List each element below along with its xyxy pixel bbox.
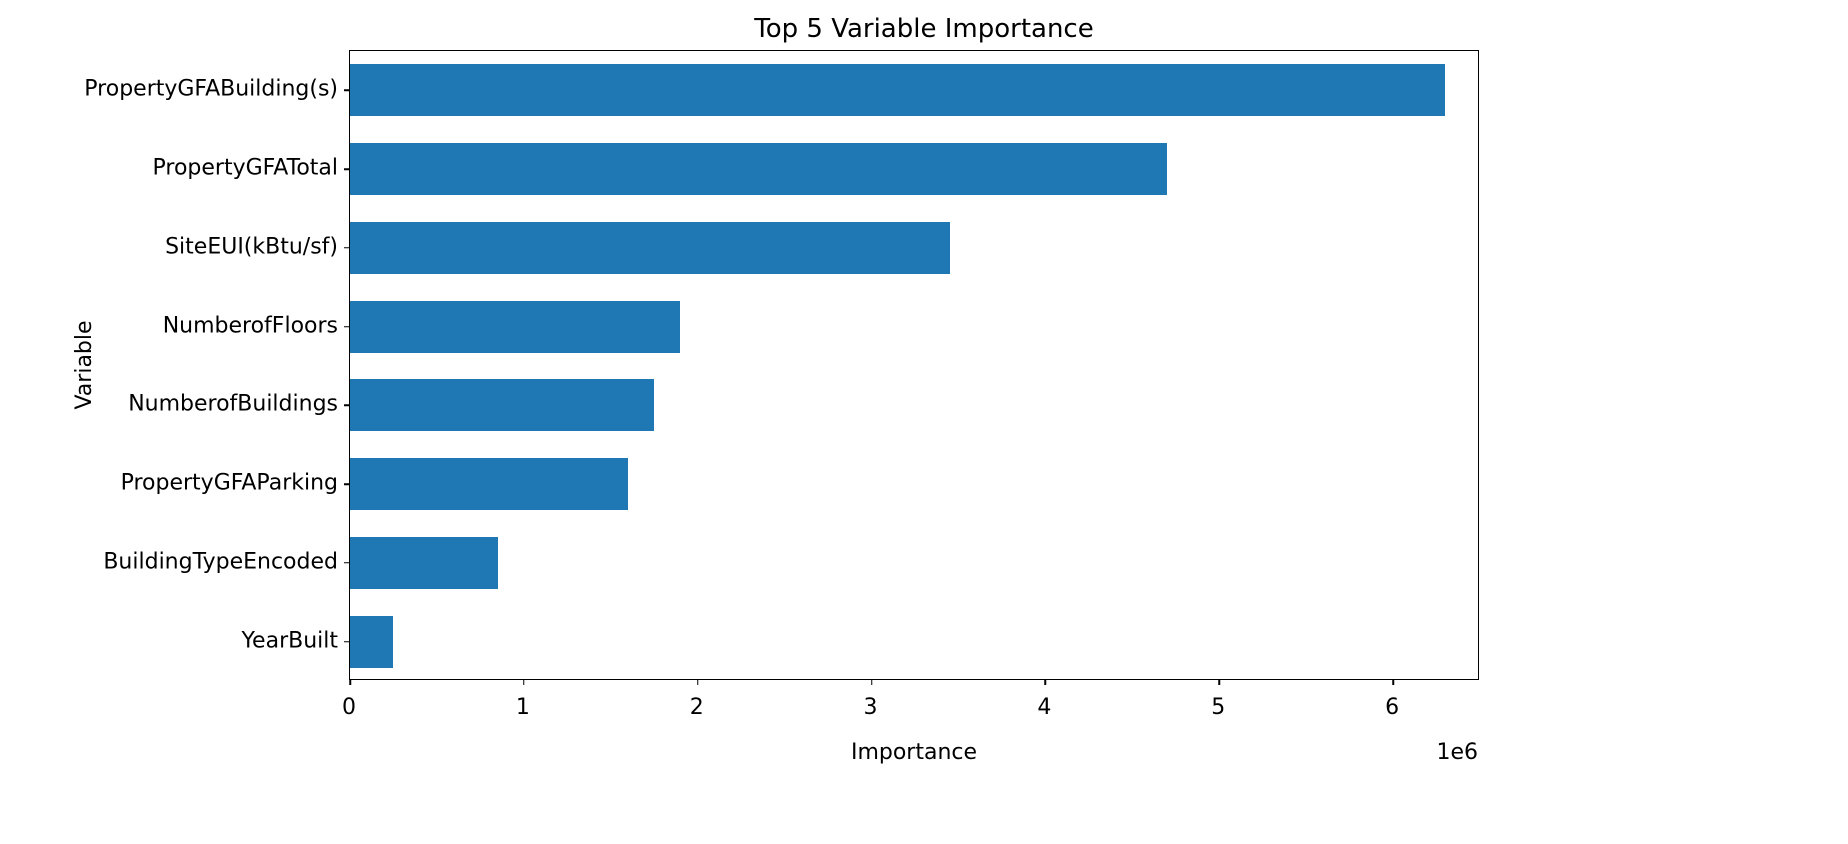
x-tick-label: 2 xyxy=(690,695,704,720)
y-tick-mark xyxy=(344,326,350,328)
y-tick-label: PropertyGFABuilding(s) xyxy=(84,77,338,102)
x-tick-mark xyxy=(349,679,351,685)
y-tick-mark xyxy=(344,562,350,564)
x-tick-label: 1 xyxy=(516,695,530,720)
x-tick-mark xyxy=(1045,679,1047,685)
y-tick-mark xyxy=(344,405,350,407)
x-tick-mark xyxy=(697,679,699,685)
y-tick-label: BuildingTypeEncoded xyxy=(103,549,338,574)
bar xyxy=(350,458,628,510)
x-tick-label: 5 xyxy=(1211,695,1225,720)
y-axis-label: Variable xyxy=(72,320,97,409)
bar xyxy=(350,537,498,589)
y-tick-mark xyxy=(344,483,350,485)
y-tick-mark xyxy=(344,90,350,92)
x-tick-mark xyxy=(1218,679,1220,685)
y-tick-label: PropertyGFATotal xyxy=(153,156,339,181)
x-axis-offset-text: 1e6 xyxy=(1436,740,1478,765)
x-tick-mark xyxy=(871,679,873,685)
chart-container: Top 5 Variable Importance Variable Impor… xyxy=(0,0,1848,844)
y-tick-label: NumberofBuildings xyxy=(128,392,338,417)
x-axis-label: Importance xyxy=(349,740,1479,765)
x-tick-mark xyxy=(523,679,525,685)
x-tick-label: 0 xyxy=(342,695,356,720)
bar xyxy=(350,143,1167,195)
y-tick-label: PropertyGFAParking xyxy=(121,471,338,496)
x-tick-label: 4 xyxy=(1037,695,1051,720)
y-tick-mark xyxy=(344,247,350,249)
bar xyxy=(350,222,950,274)
y-tick-label: NumberofFloors xyxy=(163,313,338,338)
bar xyxy=(350,301,680,353)
y-tick-label: YearBuilt xyxy=(242,628,338,653)
plot-area xyxy=(349,50,1479,680)
bar xyxy=(350,379,654,431)
y-tick-mark xyxy=(344,168,350,170)
x-tick-label: 6 xyxy=(1385,695,1399,720)
y-tick-mark xyxy=(344,641,350,643)
x-tick-mark xyxy=(1392,679,1394,685)
x-tick-label: 3 xyxy=(864,695,878,720)
chart-title: Top 5 Variable Importance xyxy=(0,14,1848,44)
bar xyxy=(350,64,1445,116)
y-tick-label: SiteEUI(kBtu/sf) xyxy=(165,234,338,259)
bar xyxy=(350,616,393,668)
